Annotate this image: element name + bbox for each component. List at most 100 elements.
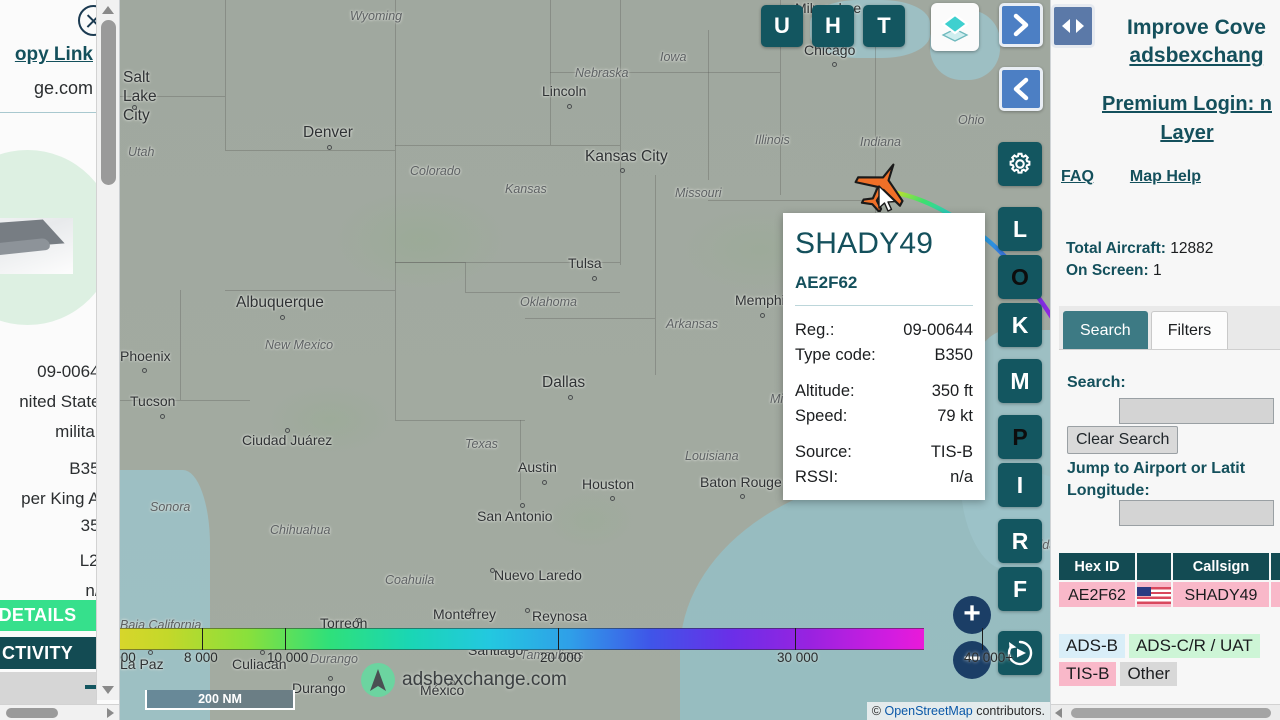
state-border xyxy=(525,318,655,319)
chevron-right-icon xyxy=(1013,13,1029,37)
map-help-link[interactable]: Map Help xyxy=(1130,168,1201,186)
aircraft-table[interactable]: Hex ID Callsign Typ AE2F62 SHADY49 B35 xyxy=(1058,552,1280,608)
tooltip-value: 350 ft xyxy=(931,382,973,400)
map-city-dot xyxy=(160,414,165,419)
collapse-left-button[interactable] xyxy=(999,67,1043,111)
scale-tick-label: 8 000 xyxy=(184,650,218,665)
scale-tick-label: 30 000 xyxy=(777,650,819,665)
us-flag-icon xyxy=(1137,587,1171,604)
map-city-dot xyxy=(740,494,745,499)
tooltip-value: n/a xyxy=(950,468,973,486)
faq-link[interactable]: FAQ xyxy=(1061,168,1094,186)
legend-chip-tisb: TIS-B xyxy=(1059,662,1117,686)
tab-filters[interactable]: Filters xyxy=(1150,310,1229,349)
column-header-type[interactable]: Typ xyxy=(1270,552,1280,581)
aircraft-photo xyxy=(0,218,73,274)
premium-login-link[interactable]: Premium Login: n Layer xyxy=(1051,90,1280,148)
scale-tick xyxy=(202,628,203,650)
state-border xyxy=(180,290,181,400)
tab-search[interactable]: Search xyxy=(1063,310,1148,349)
column-header-callsign[interactable]: Callsign xyxy=(1172,552,1270,581)
tooltip-value: 79 kt xyxy=(937,407,973,425)
sidebar-tabs[interactable]: Search Filters xyxy=(1059,306,1280,350)
map-button-i[interactable]: I xyxy=(998,463,1042,507)
settings-button[interactable] xyxy=(998,142,1042,186)
search-label: Search: xyxy=(1067,374,1126,391)
on-screen-value: 1 xyxy=(1153,262,1162,279)
layers-icon xyxy=(941,13,969,42)
tooltip-row-rssi: RSSI: n/a xyxy=(795,468,973,487)
state-border xyxy=(395,0,396,150)
tooltip-row-typecode: Type code: B350 xyxy=(795,346,973,365)
scrollbar-thumb[interactable] xyxy=(6,708,58,718)
map-button-k[interactable]: K xyxy=(998,303,1042,347)
scroll-down-arrow-icon[interactable] xyxy=(102,686,114,694)
copy-link-button[interactable]: opy Link xyxy=(0,44,93,66)
chevron-left-icon xyxy=(1013,77,1029,101)
scroll-right-arrow-icon[interactable] xyxy=(107,708,114,718)
clear-search-button[interactable]: Clear Search xyxy=(1067,426,1179,454)
left-panel-vertical-scrollbar[interactable] xyxy=(96,0,119,700)
tooltip-row-source: Source: TIS-B xyxy=(795,443,973,462)
column-header-hex-id[interactable]: Hex ID xyxy=(1058,552,1136,581)
map-button-u[interactable]: U xyxy=(761,5,803,47)
openstreetmap-link[interactable]: OpenStreetMap xyxy=(884,704,972,718)
expand-right-button[interactable] xyxy=(999,3,1043,47)
tooltip-label: Speed: xyxy=(795,407,848,425)
map-button-m[interactable]: M xyxy=(998,359,1042,403)
scrollbar-thumb[interactable] xyxy=(1071,708,1271,718)
jump-input[interactable] xyxy=(1119,500,1274,526)
attribution-prefix: © xyxy=(871,704,885,718)
map-button-o[interactable]: O xyxy=(998,255,1042,299)
scrollbar-thumb[interactable] xyxy=(101,20,116,185)
map-button-t[interactable]: T xyxy=(863,5,905,47)
state-border xyxy=(520,420,521,500)
search-input[interactable] xyxy=(1119,398,1274,424)
aircraft-detail-panel[interactable]: opy Link ge.com 09-00644 nited States mi… xyxy=(0,0,120,720)
zoom-in-button[interactable]: + xyxy=(953,596,991,634)
map-button-p[interactable]: P xyxy=(998,415,1042,459)
aircraft-photo-fuselage xyxy=(0,237,51,263)
sidebar-panel[interactable]: Improve Cove adsbexchang Premium Login: … xyxy=(1050,0,1280,720)
jump-label-line-2: Longitude: xyxy=(1067,482,1150,499)
left-panel-horizontal-scrollbar[interactable] xyxy=(0,704,119,720)
map-city-dot xyxy=(357,618,362,623)
premium-line-2: Layer xyxy=(1160,122,1214,144)
map-city-dot xyxy=(280,315,285,320)
state-border xyxy=(465,292,620,293)
altitude-color-scale xyxy=(120,628,924,650)
map-city-dot xyxy=(520,503,525,508)
tooltip-row-speed: Speed: 79 kt xyxy=(795,407,973,426)
map-button-f[interactable]: F xyxy=(998,567,1042,611)
layers-button[interactable] xyxy=(931,3,979,51)
map-button-r[interactable]: R xyxy=(998,519,1042,563)
state-border xyxy=(120,400,250,401)
column-header-flag[interactable] xyxy=(1136,552,1172,581)
cell-type[interactable]: B35 xyxy=(1270,581,1280,608)
help-links[interactable]: FAQ Map Help xyxy=(1061,168,1280,186)
total-aircraft-label: Total Aircraft: xyxy=(1066,240,1166,257)
scale-tick xyxy=(558,628,559,650)
map-button-l[interactable]: L xyxy=(998,207,1042,251)
cell-callsign[interactable]: SHADY49 xyxy=(1172,581,1270,608)
right-panel-horizontal-scrollbar[interactable] xyxy=(1051,704,1280,720)
scroll-left-arrow-icon[interactable] xyxy=(1055,708,1062,718)
heading-link-adsbexchange[interactable]: adsbexchang xyxy=(1069,42,1280,70)
map-city-dot xyxy=(832,62,837,67)
map-city-dot xyxy=(760,313,765,318)
tooltip-row-reg: Reg.: 09-00644 xyxy=(795,321,973,340)
scroll-up-arrow-icon[interactable] xyxy=(102,6,114,14)
tooltip-row-altitude: Altitude: 350 ft xyxy=(795,382,973,401)
legend-chip-adsc: ADS-C/R / UAT xyxy=(1128,634,1260,658)
map-button-h[interactable]: H xyxy=(812,5,854,47)
map-city-dot xyxy=(542,480,547,485)
state-border xyxy=(120,96,225,97)
cell-hex-id[interactable]: AE2F62 xyxy=(1058,581,1136,608)
state-border xyxy=(395,420,525,421)
legend-chip-adsb: ADS-B xyxy=(1059,634,1125,658)
gear-icon xyxy=(1009,152,1031,174)
state-border xyxy=(395,290,396,420)
tooltip-value: B350 xyxy=(934,346,973,364)
table-row[interactable]: AE2F62 SHADY49 B35 xyxy=(1058,581,1280,608)
panel-bottom-bar xyxy=(0,672,97,704)
